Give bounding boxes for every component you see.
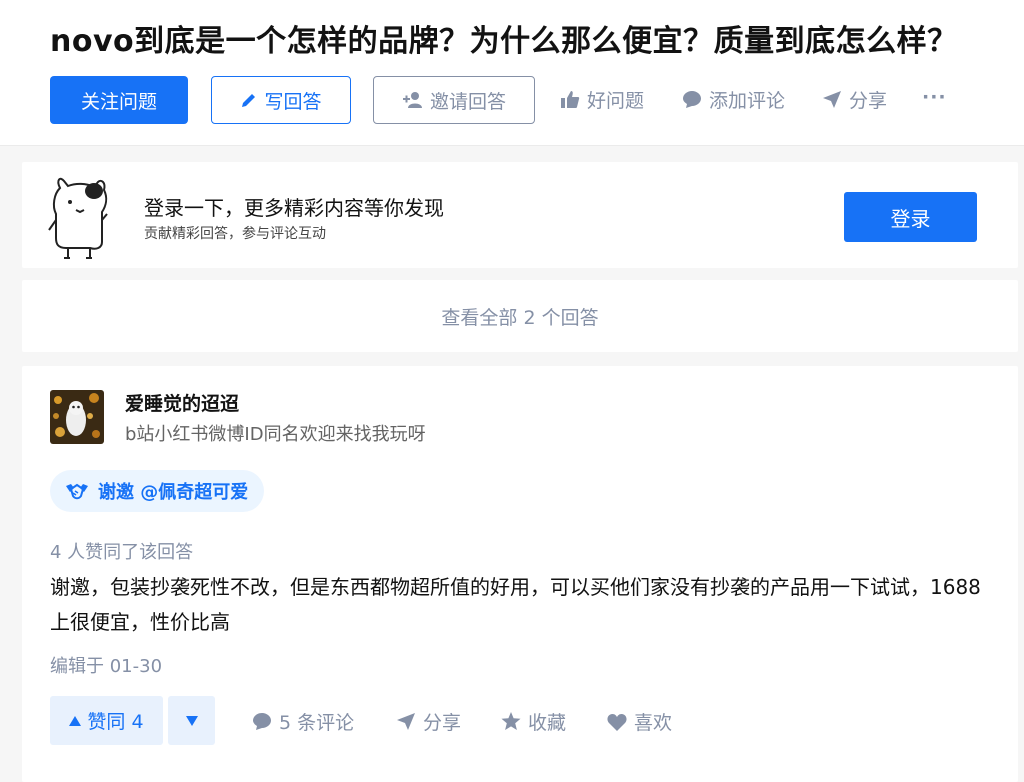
comment-icon [683, 91, 701, 108]
like-label: 喜欢 [634, 712, 673, 734]
heart-icon [607, 713, 627, 731]
share-label: 分享 [849, 90, 888, 112]
comments-label: 5 条评论 [279, 712, 355, 734]
answer-share-label: 分享 [423, 712, 462, 734]
question-header: novo到底是一个怎样的品牌？为什么那么便宜？质量到底怎么样？ 关注问题 写回答… [0, 0, 1024, 146]
thanks-invite-label: 谢邀 @佩奇超可爱 [98, 482, 249, 503]
collect-label: 收藏 [528, 712, 567, 734]
login-prompt-subtitle: 贡献精彩回答，参与评论互动 [144, 226, 326, 242]
thanks-invite-tag[interactable]: 谢邀 @佩奇超可爱 [50, 470, 265, 512]
login-button[interactable]: 登录 [844, 192, 977, 242]
question-title: novo到底是一个怎样的品牌？为什么那么便宜？质量到底怎么样？ [50, 24, 958, 59]
star-icon [501, 712, 521, 730]
share-icon [823, 91, 841, 108]
triangle-down-icon [185, 715, 198, 726]
view-all-answers-link[interactable]: 查看全部 2 个回答 [22, 280, 1018, 352]
author-name[interactable]: 爱睡觉的迢迢 [125, 389, 239, 416]
downvote-button[interactable] [168, 696, 215, 745]
upvote-button[interactable]: 赞同 4 [50, 696, 163, 745]
mascot-illustration [48, 177, 108, 259]
write-answer-button[interactable]: 写回答 [211, 76, 351, 124]
avatar[interactable] [50, 390, 104, 444]
thumbs-up-icon [561, 91, 580, 108]
good-question-button[interactable]: 好问题 [560, 86, 644, 113]
invite-answer-label: 邀请回答 [429, 90, 506, 113]
add-comment-label: 添加评论 [709, 90, 786, 112]
share-icon [397, 713, 415, 730]
comment-icon [253, 713, 271, 730]
login-prompt-title: 登录一下，更多精彩内容等你发现 [144, 196, 444, 220]
good-question-label: 好问题 [587, 90, 645, 112]
write-answer-label: 写回答 [264, 90, 322, 113]
like-button[interactable]: 喜欢 [607, 708, 672, 735]
author-bio: b站小红书微博ID同名欢迎来找我玩呀 [125, 424, 426, 445]
answer-content: 谢邀，包装抄袭死性不改，但是东西都物超所值的好用，可以买他们家没有抄袭的产品用一… [50, 575, 981, 634]
edit-timestamp[interactable]: 编辑于 01-30 [50, 652, 162, 678]
handshake-icon [66, 483, 88, 500]
more-button[interactable]: ··· [922, 86, 947, 108]
comments-button[interactable]: 5 条评论 [252, 708, 354, 735]
add-user-icon [402, 92, 422, 108]
share-button[interactable]: 分享 [822, 86, 887, 113]
add-comment-button[interactable]: 添加评论 [682, 86, 785, 113]
collect-button[interactable]: 收藏 [501, 708, 566, 735]
invite-answer-button[interactable]: 邀请回答 [373, 76, 535, 124]
answer-share-button[interactable]: 分享 [396, 708, 461, 735]
login-prompt-card: 登录一下，更多精彩内容等你发现 贡献精彩回答，参与评论互动 登录 [22, 162, 1018, 268]
follow-question-button[interactable]: 关注问题 [50, 76, 188, 124]
triangle-up-icon [69, 715, 82, 726]
vote-summary: 4 人赞同了该回答 [50, 542, 194, 563]
pencil-icon [242, 94, 256, 107]
answer-card: 爱睡觉的迢迢 b站小红书微博ID同名欢迎来找我玩呀 谢邀 @佩奇超可爱 4 人赞… [22, 366, 1018, 782]
upvote-label: 赞同 4 [87, 711, 144, 733]
